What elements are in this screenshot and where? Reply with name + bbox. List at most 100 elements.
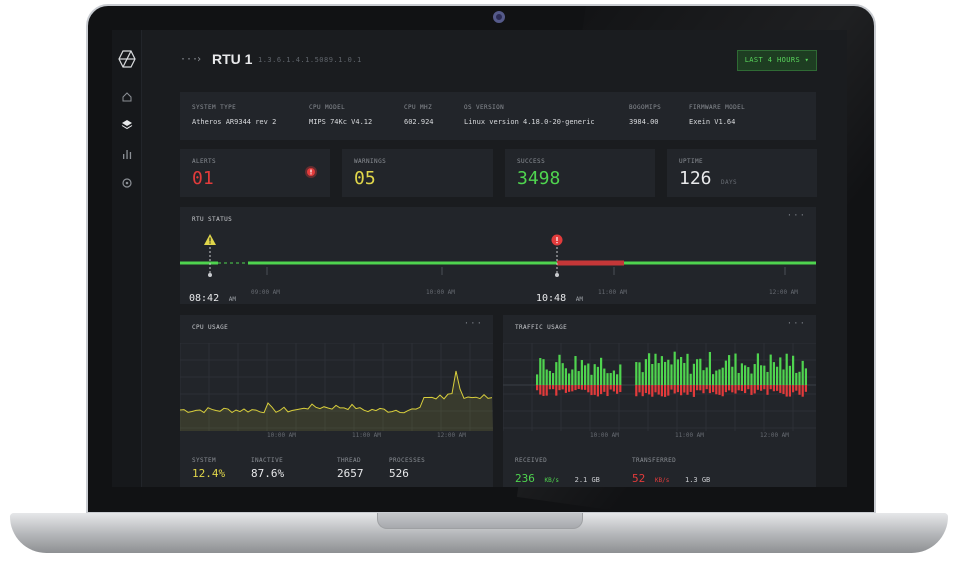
bar-chart-icon[interactable] <box>121 148 133 160</box>
transferred-bar <box>536 385 539 391</box>
system-type-value: Atheros AR9344 rev 2 <box>192 118 277 126</box>
received-bar <box>798 371 801 385</box>
transferred-rate-unit: KB/s <box>654 477 670 484</box>
transferred-bar <box>603 385 606 392</box>
traffic-usage-card: TRAFFIC USAGE ··· 10:00 AM 11:00 AM 12:0… <box>503 315 816 487</box>
received-bar <box>584 365 587 385</box>
received-bar <box>686 353 689 385</box>
cpu-mhz-field: CPU MHZ 602.924 <box>404 104 434 126</box>
transferred-bar <box>731 385 734 393</box>
received-bar <box>660 356 663 385</box>
transferred-bar <box>561 385 564 390</box>
warnings-card[interactable]: WARNINGS 05 <box>342 149 493 197</box>
alerts-value: 01 <box>192 168 214 189</box>
received-bar <box>683 362 686 385</box>
transferred-bar <box>769 385 772 390</box>
time-range-dropdown[interactable]: LAST 4 HOURS ▾ <box>737 50 817 71</box>
alert-time-ampm: AM <box>575 296 583 303</box>
transferred-bar <box>734 385 737 394</box>
alerts-card[interactable]: ALERTS 01 <box>180 149 330 197</box>
received-bar <box>651 363 654 385</box>
screen: ··· › RTU 1 1.3.6.1.4.1.5089.1.0.1 LAST … <box>112 30 847 487</box>
transferred-bar <box>568 385 571 392</box>
transferred-bar <box>702 385 705 394</box>
transferred-bar <box>772 385 775 392</box>
cpu-thread-stat: THREAD 2657 <box>337 457 364 480</box>
cpu-tick: 10:00 AM <box>267 432 296 439</box>
transferred-bar <box>724 385 727 393</box>
received-bar <box>667 359 670 385</box>
received-bar <box>712 374 715 385</box>
received-bar <box>673 351 676 385</box>
cpu-usage-title: CPU USAGE <box>192 324 229 331</box>
transferred-bar <box>587 385 590 393</box>
received-bar <box>609 373 612 385</box>
alert-marker-time: 10:48 AM <box>536 286 583 305</box>
received-bar <box>766 371 769 385</box>
received-bar <box>702 370 705 385</box>
received-bar <box>769 354 772 385</box>
alert-marker-icon[interactable] <box>551 234 563 246</box>
transferred-bar <box>552 385 555 390</box>
alert-time-value: 10:48 <box>536 293 567 304</box>
received-bar <box>600 357 603 385</box>
received-bar <box>788 365 791 385</box>
received-bar <box>606 373 609 385</box>
cpu-system-value: 12.4% <box>192 467 226 480</box>
received-bar <box>555 362 558 385</box>
system-info-card: SYSTEM TYPE Atheros AR9344 rev 2 CPU MOD… <box>180 92 816 140</box>
traffic-usage-more-button[interactable]: ··· <box>787 319 806 329</box>
transferred-total: 1.3 GB <box>684 476 711 484</box>
exein-logo-icon[interactable] <box>118 50 136 68</box>
warning-marker-icon[interactable] <box>204 234 216 245</box>
transferred-bar <box>753 385 756 394</box>
transferred-bar <box>545 385 548 396</box>
transferred-bar <box>740 385 743 392</box>
success-card[interactable]: SUCCESS 3498 <box>505 149 655 197</box>
received-bar <box>587 363 590 385</box>
firmware-model-field: FIRMWARE MODEL Exein V1.64 <box>689 104 745 126</box>
settings-icon[interactable] <box>121 177 133 189</box>
received-bar <box>548 370 551 385</box>
received-bar <box>760 365 763 385</box>
home-icon[interactable] <box>121 91 133 103</box>
bogomips-label: BOGOMIPS <box>629 104 662 111</box>
transferred-bar <box>590 385 593 396</box>
warnings-label: WARNINGS <box>354 158 387 165</box>
alerts-label: ALERTS <box>192 158 217 165</box>
transferred-bar <box>712 385 715 393</box>
cpu-inactive-value: 87.6% <box>251 467 285 480</box>
laptop-base <box>10 513 948 553</box>
received-bar <box>616 374 619 385</box>
transferred-bar <box>612 385 615 392</box>
received-bar <box>699 358 702 385</box>
cpu-tick: 11:00 AM <box>352 432 381 439</box>
received-bar <box>641 372 644 385</box>
received-bar <box>577 371 580 385</box>
transferred-bar <box>555 385 558 396</box>
system-type-field: SYSTEM TYPE Atheros AR9344 rev 2 <box>192 104 276 126</box>
transferred-bar <box>686 385 689 395</box>
transferred-bar <box>580 385 583 390</box>
received-bar <box>612 370 615 385</box>
transferred-bar <box>584 385 587 390</box>
received-bar <box>724 360 727 385</box>
cpu-usage-more-button[interactable]: ··· <box>464 319 483 329</box>
received-bar <box>593 364 596 385</box>
cpu-processes-label: PROCESSES <box>389 457 426 464</box>
transferred-bar <box>539 385 542 395</box>
received-bar <box>539 358 542 385</box>
system-type-label: SYSTEM TYPE <box>192 104 237 111</box>
received-bar <box>795 372 798 385</box>
transferred-bar <box>750 385 753 395</box>
received-bar <box>804 368 807 385</box>
cpu-thread-label: THREAD <box>337 457 362 464</box>
transferred-bar <box>715 385 718 395</box>
transferred-bar <box>651 385 654 397</box>
received-bar <box>654 353 657 385</box>
received-bar <box>558 354 561 385</box>
received-stat: RECEIVED 236 KB/s 2.1 GB <box>515 457 600 486</box>
uptime-card[interactable]: UPTIME 126 DAYS <box>667 149 817 197</box>
cpu-system-label: SYSTEM <box>192 457 217 464</box>
layers-icon[interactable] <box>121 119 133 131</box>
